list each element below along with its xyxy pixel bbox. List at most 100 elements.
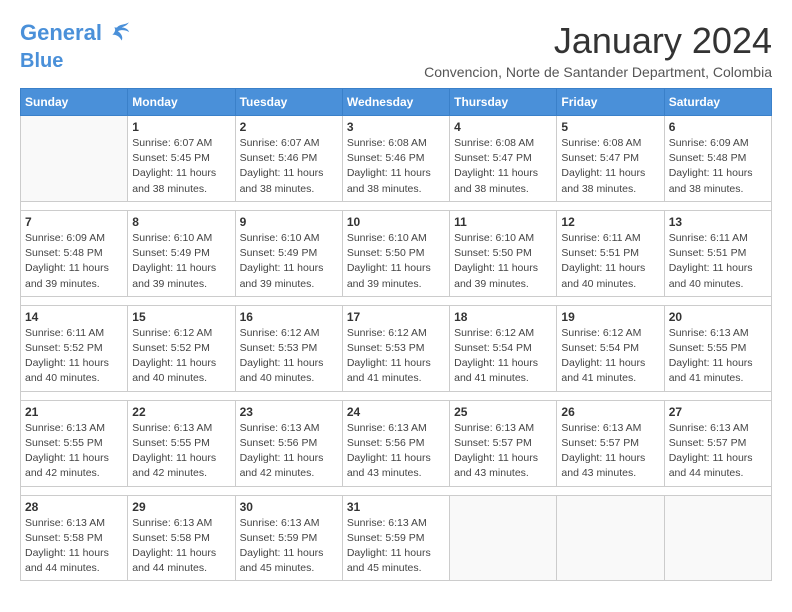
calendar-cell: 15Sunrise: 6:12 AMSunset: 5:52 PMDayligh… xyxy=(128,305,235,391)
day-number: 13 xyxy=(669,215,767,229)
day-number: 29 xyxy=(132,500,230,514)
week-divider xyxy=(21,391,772,400)
logo-text: General Blue xyxy=(20,20,132,72)
calendar-cell: 6 Sunrise: 6:09 AMSunset: 5:48 PMDaylight… xyxy=(664,116,771,202)
day-number: 21 xyxy=(25,405,123,419)
day-number: 8 xyxy=(132,215,230,229)
calendar-week-row: 28 Sunrise: 6:13 AMSunset: 5:58 PMDayligh… xyxy=(21,495,772,581)
day-info: Sunrise: 6:13 AMSunset: 5:57 PMDaylight:… xyxy=(454,421,552,482)
day-number: 31 xyxy=(347,500,445,514)
calendar-cell: 11Sunrise: 6:10 AMSunset: 5:50 PMDayligh… xyxy=(450,210,557,296)
calendar-cell: 25 Sunrise: 6:13 AMSunset: 5:57 PMDayligh… xyxy=(450,400,557,486)
weekday-header-row: SundayMondayTuesdayWednesdayThursdayFrid… xyxy=(21,89,772,116)
calendar-week-row: 21 Sunrise: 6:13 AMSunset: 5:55 PMDayligh… xyxy=(21,400,772,486)
calendar-table: SundayMondayTuesdayWednesdayThursdayFrid… xyxy=(20,88,772,581)
calendar-cell: 8 Sunrise: 6:10 AMSunset: 5:49 PMDaylight… xyxy=(128,210,235,296)
divider-cell xyxy=(21,486,772,495)
day-info: Sunrise: 6:10 AMSunset: 5:49 PMDaylight:… xyxy=(240,231,338,292)
day-number: 22 xyxy=(132,405,230,419)
day-number: 11 xyxy=(454,215,552,229)
day-number: 25 xyxy=(454,405,552,419)
day-info: Sunrise: 6:12 AMSunset: 5:53 PMDaylight:… xyxy=(347,326,445,387)
day-number: 18 xyxy=(454,310,552,324)
day-info: Sunrise: 6:07 AMSunset: 5:46 PMDaylight:… xyxy=(240,136,338,197)
weekday-header-thursday: Thursday xyxy=(450,89,557,116)
calendar-cell: 7 Sunrise: 6:09 AMSunset: 5:48 PMDaylight… xyxy=(21,210,128,296)
calendar-cell: 19 Sunrise: 6:12 AMSunset: 5:54 PMDayligh… xyxy=(557,305,664,391)
day-number: 14 xyxy=(25,310,123,324)
day-info: Sunrise: 6:11 AMSunset: 5:52 PMDaylight:… xyxy=(25,326,123,387)
day-number: 24 xyxy=(347,405,445,419)
weekday-header-friday: Friday xyxy=(557,89,664,116)
calendar-cell: 24 Sunrise: 6:13 AMSunset: 5:56 PMDayligh… xyxy=(342,400,449,486)
day-number: 19 xyxy=(561,310,659,324)
day-info: Sunrise: 6:13 AMSunset: 5:58 PMDaylight:… xyxy=(132,516,230,577)
calendar-cell: 30 Sunrise: 6:13 AMSunset: 5:59 PMDayligh… xyxy=(235,495,342,581)
day-info: Sunrise: 6:08 AMSunset: 5:46 PMDaylight:… xyxy=(347,136,445,197)
weekday-header-sunday: Sunday xyxy=(21,89,128,116)
day-info: Sunrise: 6:11 AMSunset: 5:51 PMDaylight:… xyxy=(669,231,767,292)
calendar-week-row: 14 Sunrise: 6:11 AMSunset: 5:52 PMDayligh… xyxy=(21,305,772,391)
day-info: Sunrise: 6:13 AMSunset: 5:55 PMDaylight:… xyxy=(132,421,230,482)
calendar-cell: 29 Sunrise: 6:13 AMSunset: 5:58 PMDayligh… xyxy=(128,495,235,581)
calendar-cell: 1 Sunrise: 6:07 AMSunset: 5:45 PMDaylight… xyxy=(128,116,235,202)
calendar-cell: 16 Sunrise: 6:12 AMSunset: 5:53 PMDayligh… xyxy=(235,305,342,391)
calendar-cell: 23 Sunrise: 6:13 AMSunset: 5:56 PMDayligh… xyxy=(235,400,342,486)
day-info: Sunrise: 6:09 AMSunset: 5:48 PMDaylight:… xyxy=(669,136,767,197)
day-info: Sunrise: 6:13 AMSunset: 5:55 PMDaylight:… xyxy=(669,326,767,387)
day-number: 12 xyxy=(561,215,659,229)
day-info: Sunrise: 6:12 AMSunset: 5:54 PMDaylight:… xyxy=(454,326,552,387)
day-number: 23 xyxy=(240,405,338,419)
calendar-cell xyxy=(21,116,128,202)
day-info: Sunrise: 6:09 AMSunset: 5:48 PMDaylight:… xyxy=(25,231,123,292)
day-number: 1 xyxy=(132,120,230,134)
day-number: 30 xyxy=(240,500,338,514)
day-number: 16 xyxy=(240,310,338,324)
day-info: Sunrise: 6:13 AMSunset: 5:56 PMDaylight:… xyxy=(347,421,445,482)
day-number: 20 xyxy=(669,310,767,324)
calendar-cell: 27Sunrise: 6:13 AMSunset: 5:57 PMDayligh… xyxy=(664,400,771,486)
calendar-cell: 20 Sunrise: 6:13 AMSunset: 5:55 PMDayligh… xyxy=(664,305,771,391)
day-info: Sunrise: 6:12 AMSunset: 5:54 PMDaylight:… xyxy=(561,326,659,387)
calendar-cell: 17Sunrise: 6:12 AMSunset: 5:53 PMDayligh… xyxy=(342,305,449,391)
calendar-cell: 5 Sunrise: 6:08 AMSunset: 5:47 PMDaylight… xyxy=(557,116,664,202)
week-divider xyxy=(21,486,772,495)
day-number: 10 xyxy=(347,215,445,229)
day-number: 7 xyxy=(25,215,123,229)
calendar-cell xyxy=(557,495,664,581)
day-info: Sunrise: 6:13 AMSunset: 5:56 PMDaylight:… xyxy=(240,421,338,482)
day-info: Sunrise: 6:13 AMSunset: 5:58 PMDaylight:… xyxy=(25,516,123,577)
calendar-cell: 31 Sunrise: 6:13 AMSunset: 5:59 PMDayligh… xyxy=(342,495,449,581)
weekday-header-monday: Monday xyxy=(128,89,235,116)
divider-cell xyxy=(21,296,772,305)
month-title: January 2024 xyxy=(424,20,772,62)
calendar-cell: 14 Sunrise: 6:11 AMSunset: 5:52 PMDayligh… xyxy=(21,305,128,391)
calendar-cell: 9Sunrise: 6:10 AMSunset: 5:49 PMDaylight… xyxy=(235,210,342,296)
day-number: 2 xyxy=(240,120,338,134)
calendar-cell: 13 Sunrise: 6:11 AMSunset: 5:51 PMDayligh… xyxy=(664,210,771,296)
day-number: 3 xyxy=(347,120,445,134)
day-info: Sunrise: 6:13 AMSunset: 5:57 PMDaylight:… xyxy=(561,421,659,482)
week-divider xyxy=(21,296,772,305)
day-number: 5 xyxy=(561,120,659,134)
day-number: 6 xyxy=(669,120,767,134)
day-number: 15 xyxy=(132,310,230,324)
day-info: Sunrise: 6:12 AMSunset: 5:53 PMDaylight:… xyxy=(240,326,338,387)
day-info: Sunrise: 6:13 AMSunset: 5:55 PMDaylight:… xyxy=(25,421,123,482)
calendar-cell: 18 Sunrise: 6:12 AMSunset: 5:54 PMDayligh… xyxy=(450,305,557,391)
day-info: Sunrise: 6:07 AMSunset: 5:45 PMDaylight:… xyxy=(132,136,230,197)
calendar-cell: 26Sunrise: 6:13 AMSunset: 5:57 PMDayligh… xyxy=(557,400,664,486)
calendar-cell xyxy=(664,495,771,581)
day-info: Sunrise: 6:10 AMSunset: 5:49 PMDaylight:… xyxy=(132,231,230,292)
day-info: Sunrise: 6:13 AMSunset: 5:59 PMDaylight:… xyxy=(240,516,338,577)
day-info: Sunrise: 6:13 AMSunset: 5:59 PMDaylight:… xyxy=(347,516,445,577)
day-number: 27 xyxy=(669,405,767,419)
day-number: 28 xyxy=(25,500,123,514)
day-info: Sunrise: 6:08 AMSunset: 5:47 PMDaylight:… xyxy=(561,136,659,197)
calendar-cell xyxy=(450,495,557,581)
calendar-cell: 2 Sunrise: 6:07 AMSunset: 5:46 PMDaylight… xyxy=(235,116,342,202)
page-header: General Blue January 2024 Convencion, No… xyxy=(20,20,772,80)
week-divider xyxy=(21,201,772,210)
title-section: January 2024 Convencion, Norte de Santan… xyxy=(424,20,772,80)
weekday-header-saturday: Saturday xyxy=(664,89,771,116)
